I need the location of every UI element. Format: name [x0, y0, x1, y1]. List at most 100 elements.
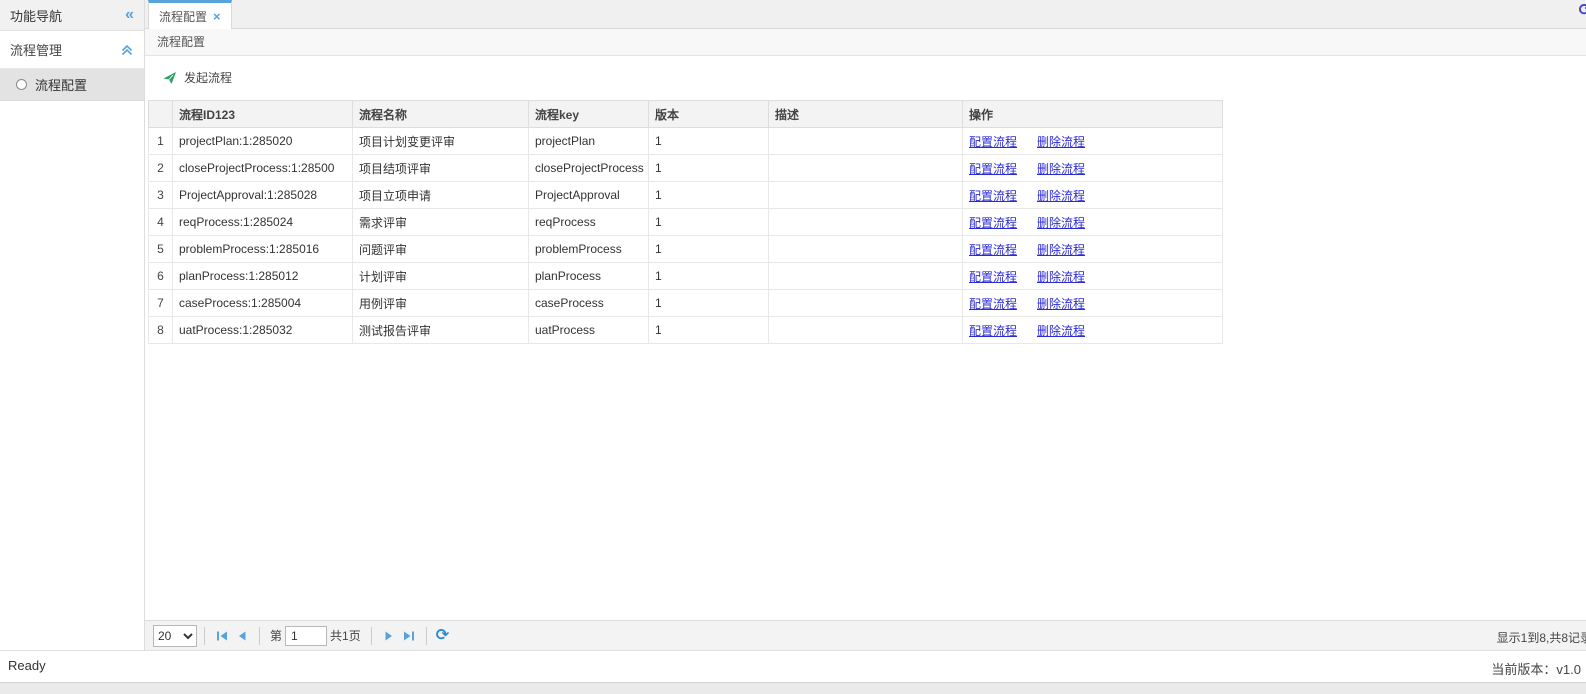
- delete-process-link[interactable]: 删除流程: [1037, 189, 1085, 203]
- table-row[interactable]: 5problemProcess:1:285016问题评审problemProce…: [149, 236, 1223, 263]
- sidebar-item-process-config[interactable]: 流程配置: [0, 69, 144, 101]
- delete-process-link[interactable]: 删除流程: [1037, 243, 1085, 257]
- chevron-double-up-icon: [120, 43, 134, 57]
- cell-description: [769, 290, 963, 317]
- start-process-label: 发起流程: [184, 69, 232, 86]
- delete-process-link[interactable]: 删除流程: [1037, 270, 1085, 284]
- cell-version: 1: [649, 317, 769, 344]
- configure-process-link[interactable]: 配置流程: [969, 297, 1017, 311]
- cell-process-name: 项目结项评审: [353, 155, 529, 182]
- column-header-description[interactable]: 描述: [769, 101, 963, 128]
- cell-description: [769, 209, 963, 236]
- cell-version: 1: [649, 263, 769, 290]
- radio-circle-icon: [16, 79, 27, 90]
- configure-process-link[interactable]: 配置流程: [969, 270, 1017, 284]
- cell-actions: 配置流程 删除流程: [963, 317, 1223, 344]
- delete-process-link[interactable]: 删除流程: [1037, 216, 1085, 230]
- table-row[interactable]: 6planProcess:1:285012计划评审planProcess1 配置流…: [149, 263, 1223, 290]
- accordion-header-process-management[interactable]: 流程管理: [0, 31, 144, 69]
- table-row[interactable]: 1projectPlan:1:285020项目计划变更评审projectPlan…: [149, 128, 1223, 155]
- cell-version: 1: [649, 290, 769, 317]
- table-row[interactable]: 7caseProcess:1:285004用例评审caseProcess1配置流…: [149, 290, 1223, 317]
- configure-process-link[interactable]: 配置流程: [969, 243, 1017, 257]
- sidebar-item-label: 流程配置: [35, 75, 87, 94]
- row-number: 6: [149, 263, 173, 290]
- configure-process-link[interactable]: 配置流程: [969, 135, 1017, 149]
- column-header-process-id[interactable]: 流程ID123: [173, 101, 353, 128]
- tab-refresh-icon[interactable]: ⟳: [1579, 3, 1586, 19]
- tab-label: 流程配置: [159, 8, 207, 25]
- cell-description: [769, 155, 963, 182]
- cell-process-key: projectPlan: [529, 128, 649, 155]
- main-panel: 流程配置 × ⟳ 流程配置 发起流程: [145, 0, 1586, 650]
- start-process-icon: [163, 71, 177, 85]
- cell-actions: 配置流程 删除流程: [963, 155, 1223, 182]
- cell-version: 1: [649, 182, 769, 209]
- cell-process-id: ProjectApproval:1:285028: [173, 182, 353, 209]
- table-row[interactable]: 4reqProcess:1:285024需求评审reqProcess1配置流程删…: [149, 209, 1223, 236]
- delete-process-link[interactable]: 删除流程: [1037, 324, 1085, 338]
- table-row[interactable]: 8uatProcess:1:285032测试报告评审uatProcess1 配置流…: [149, 317, 1223, 344]
- cell-description: [769, 317, 963, 344]
- tab-strip: 流程配置 × ⟳: [145, 0, 1586, 29]
- last-page-button[interactable]: [399, 626, 419, 646]
- sidebar-title: 功能导航: [10, 6, 62, 25]
- cell-actions: 配置流程 删除流程: [963, 263, 1223, 290]
- cell-actions: 配置流程 删除流程: [963, 290, 1223, 317]
- column-header-process-key[interactable]: 流程key: [529, 101, 649, 128]
- cell-version: 1: [649, 155, 769, 182]
- page-number-input[interactable]: [285, 626, 327, 646]
- tab-process-config[interactable]: 流程配置 ×: [148, 0, 232, 29]
- column-header-process-name[interactable]: 流程名称: [353, 101, 529, 128]
- column-header-version[interactable]: 版本: [649, 101, 769, 128]
- delete-process-link[interactable]: 删除流程: [1037, 162, 1085, 176]
- next-page-button[interactable]: [379, 626, 399, 646]
- table-body: 1projectPlan:1:285020项目计划变更评审projectPlan…: [149, 128, 1223, 344]
- cell-process-id: planProcess:1:285012: [173, 263, 353, 290]
- cell-process-name: 项目计划变更评审: [353, 128, 529, 155]
- cell-process-name: 用例评审: [353, 290, 529, 317]
- row-number: 8: [149, 317, 173, 344]
- start-process-button[interactable]: 发起流程: [157, 65, 238, 90]
- table-row[interactable]: 2closeProjectProcess:1:28500项目结项评审closeP…: [149, 155, 1223, 182]
- bottom-strip: [0, 682, 1586, 694]
- table-row[interactable]: 3ProjectApproval:1:285028项目立项申请ProjectAp…: [149, 182, 1223, 209]
- configure-process-link[interactable]: 配置流程: [969, 324, 1017, 338]
- accordion-title: 流程管理: [10, 40, 62, 59]
- row-number: 3: [149, 182, 173, 209]
- cell-process-name: 计划评审: [353, 263, 529, 290]
- cell-process-key: uatProcess: [529, 317, 649, 344]
- cell-version: 1: [649, 236, 769, 263]
- cell-process-name: 问题评审: [353, 236, 529, 263]
- sidebar-header: 功能导航 «: [0, 0, 144, 31]
- pager-summary: 显示1到8,共8记录: [1497, 629, 1586, 646]
- cell-actions: 配置流程 删除流程: [963, 128, 1223, 155]
- cell-actions: 配置流程 删除流程: [963, 182, 1223, 209]
- page-prefix-label: 第: [270, 627, 282, 644]
- cell-process-id: uatProcess:1:285032: [173, 317, 353, 344]
- cell-description: [769, 236, 963, 263]
- panel-title: 流程配置: [157, 35, 205, 49]
- cell-actions: 配置流程 删除流程: [963, 236, 1223, 263]
- cell-process-name: 测试报告评审: [353, 317, 529, 344]
- cell-process-id: reqProcess:1:285024: [173, 209, 353, 236]
- row-number: 1: [149, 128, 173, 155]
- row-number: 7: [149, 290, 173, 317]
- first-page-button[interactable]: [212, 626, 232, 646]
- collapse-sidebar-icon[interactable]: «: [125, 7, 134, 23]
- page-total-label: 共1页: [330, 627, 361, 644]
- configure-process-link[interactable]: 配置流程: [969, 189, 1017, 203]
- cell-process-key: closeProjectProcess: [529, 155, 649, 182]
- delete-process-link[interactable]: 删除流程: [1037, 135, 1085, 149]
- configure-process-link[interactable]: 配置流程: [969, 216, 1017, 230]
- prev-page-button[interactable]: [232, 626, 252, 646]
- page-size-select[interactable]: 20: [153, 625, 197, 647]
- cell-process-id: projectPlan:1:285020: [173, 128, 353, 155]
- cell-actions: 配置流程 删除流程: [963, 209, 1223, 236]
- cell-process-key: planProcess: [529, 263, 649, 290]
- delete-process-link[interactable]: 删除流程: [1037, 297, 1085, 311]
- cell-process-id: caseProcess:1:285004: [173, 290, 353, 317]
- refresh-icon[interactable]: ⟳: [436, 628, 449, 644]
- configure-process-link[interactable]: 配置流程: [969, 162, 1017, 176]
- tab-close-icon[interactable]: ×: [213, 10, 221, 23]
